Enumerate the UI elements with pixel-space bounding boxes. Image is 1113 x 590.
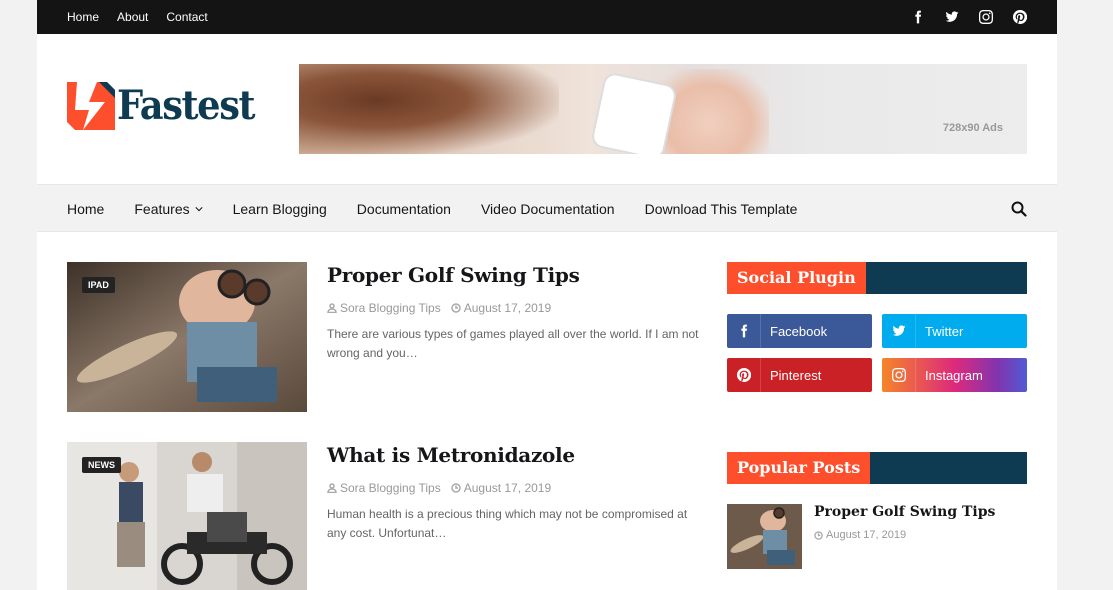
nav-item-label: Download This Template [644, 200, 798, 217]
nav-item-learn-blogging[interactable]: Learn Blogging [233, 201, 327, 217]
top-social-links [908, 0, 1029, 34]
main-nav: Home Features Learn Blogging Documentati… [37, 184, 1057, 232]
social-button-label: Instagram [925, 367, 983, 383]
post-date-text: August 17, 2019 [463, 301, 552, 315]
widget-title-social: Social Plugin [727, 262, 1027, 294]
header-ad-banner[interactable]: 728x90 Ads [299, 64, 1027, 154]
post-date: August 17, 2019 [450, 481, 552, 495]
nav-item-home[interactable]: Home [67, 201, 104, 217]
post-title[interactable]: What is Metronidazole [327, 443, 575, 467]
post-thumbnail[interactable]: NEWS [67, 442, 307, 590]
clock-icon [450, 303, 461, 313]
social-button-instagram[interactable]: Instagram [882, 358, 1027, 392]
post-date: August 17, 2019 [450, 301, 552, 315]
social-button-facebook[interactable]: Facebook [727, 314, 872, 348]
social-button-label: Facebook [770, 323, 828, 339]
post-author-name: Sora Blogging Tips [340, 481, 441, 495]
post-thumbnail[interactable]: IPAD [67, 262, 307, 412]
user-icon [327, 483, 337, 493]
social-button-label: Pinterest [770, 367, 822, 383]
clock-icon [814, 530, 823, 540]
top-link-about[interactable]: About [117, 10, 148, 24]
facebook-icon[interactable] [908, 8, 927, 27]
twitter-icon [892, 325, 905, 336]
post-author[interactable]: Sora Blogging Tips [327, 301, 441, 315]
nav-item-label: Features [134, 200, 190, 217]
pinterest-icon [736, 368, 751, 382]
post-item: IPAD Proper Golf Swing Tips Sora Bloggin… [67, 262, 707, 412]
nav-item-label: Documentation [356, 200, 451, 217]
user-icon [327, 303, 337, 313]
facebook-icon [740, 324, 747, 338]
post-meta: Sora Blogging Tips August 17, 2019 [327, 481, 551, 495]
popular-post-image [727, 504, 802, 569]
post-date-text: August 17, 2019 [463, 481, 552, 495]
nav-item-video-documentation[interactable]: Video Documentation [481, 201, 615, 217]
post-tag[interactable]: NEWS [82, 457, 121, 473]
ad-image-hair [299, 64, 559, 154]
top-link-contact[interactable]: Contact [166, 10, 207, 24]
nav-item-label: Home [67, 200, 105, 217]
popular-post-title[interactable]: Proper Golf Swing Tips [814, 504, 995, 520]
instagram-icon[interactable] [976, 8, 995, 27]
site-logo[interactable]: Fastest [67, 80, 266, 132]
top-bar: Home About Contact [37, 0, 1057, 34]
post-author-name: Sora Blogging Tips [340, 301, 441, 315]
post-title[interactable]: Proper Golf Swing Tips [327, 263, 580, 287]
widget-title-popular: Popular Posts [727, 452, 1027, 484]
logo-icon [67, 82, 115, 130]
popular-post-date: August 17, 2019 [814, 529, 906, 541]
post-tag[interactable]: IPAD [82, 277, 115, 293]
social-button-pinterest[interactable]: Pinterest [727, 358, 872, 392]
instagram-icon [891, 368, 906, 382]
clock-icon [450, 483, 461, 493]
search-icon[interactable] [1011, 201, 1027, 217]
nav-item-download-template[interactable]: Download This Template [645, 201, 798, 217]
logo-text: Fastest [117, 82, 256, 129]
nav-item-label: Video Documentation [480, 200, 615, 217]
nav-item-label: Learn Blogging [232, 200, 327, 217]
page: Home About Contact Fastest 728x90 Ads Ho… [37, 0, 1057, 590]
widget-title-text: Popular Posts [727, 452, 871, 484]
pinterest-icon[interactable] [1010, 8, 1029, 27]
nav-item-documentation[interactable]: Documentation [357, 201, 451, 217]
top-nav: Home About Contact [67, 0, 208, 34]
ad-image-phone [592, 73, 676, 154]
main-nav-items: Home Features Learn Blogging Documentati… [67, 185, 797, 232]
post-item: NEWS What is Metronidazole Sora Blogging… [67, 442, 707, 590]
post-author[interactable]: Sora Blogging Tips [327, 481, 441, 495]
top-link-home[interactable]: Home [67, 10, 99, 24]
post-meta: Sora Blogging Tips August 17, 2019 [327, 301, 551, 315]
nav-item-features[interactable]: Features [134, 200, 203, 217]
ad-label: 728x90 Ads [942, 122, 1003, 134]
social-button-twitter[interactable]: Twitter [882, 314, 1027, 348]
twitter-icon[interactable] [942, 8, 961, 27]
post-snippet: There are various types of games played … [327, 327, 699, 360]
popular-post-date-text: August 17, 2019 [826, 529, 907, 541]
social-button-label: Twitter [925, 323, 964, 339]
chevron-down-icon [195, 206, 203, 211]
popular-post-thumbnail[interactable] [727, 504, 802, 569]
widget-title-text: Social Plugin [727, 262, 866, 294]
post-snippet: Human health is a precious thing which m… [327, 507, 688, 540]
